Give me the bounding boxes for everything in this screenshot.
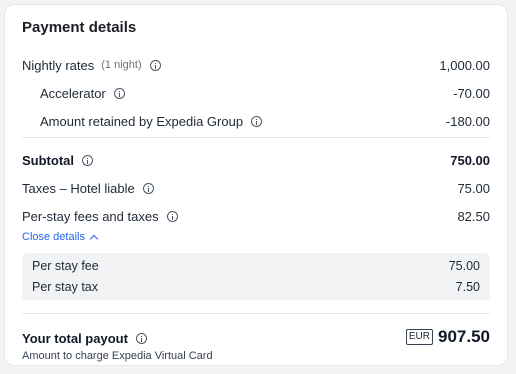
currency-badge: EUR [405,329,433,345]
row-amount: 750.00 [450,152,490,168]
row-label: Per-stay fees and taxes [22,208,159,224]
payout-amount: EUR 907.50 [405,327,490,347]
detail-label: Per stay tax [32,280,98,294]
info-circle-icon[interactable] [113,87,125,99]
row-label: Nightly rates [22,57,95,73]
row-amount: 75.00 [457,180,490,196]
row-amount: -70.00 [453,85,490,101]
divider [22,313,490,314]
payment-details-card: Payment details Nightly rates (1 night) … [4,4,508,366]
details-panel: Per stay fee 75.00 Per stay tax 7.50 [22,253,490,300]
detail-row-tax: Per stay tax 7.50 [32,278,480,296]
row-amount: -180.00 [445,113,490,129]
divider [22,137,490,138]
total-amount: 907.50 [438,327,490,346]
total-payout-label: Your total payout [22,331,147,346]
info-circle-icon[interactable] [82,154,93,166]
nights-note: (1 night) [101,59,142,71]
info-circle-icon[interactable] [166,210,178,222]
row-label: Amount retained by Expedia Group [40,113,244,129]
row-subtotal: Subtotal 750.00 [22,150,490,170]
info-circle-icon[interactable] [135,333,147,344]
card-title: Payment details [22,19,137,36]
row-taxes-hotel-liable: Taxes – Hotel liable 75.00 [22,178,490,198]
row-label: Subtotal [22,152,74,168]
row-amount: 82.50 [457,208,490,224]
detail-amount: 75.00 [448,259,480,273]
close-details-label: Close details [22,231,85,243]
row-amount: 1,000.00 [439,57,490,73]
row-per-stay-fees: Per-stay fees and taxes 82.50 [22,206,490,226]
row-nightly-rates: Nightly rates (1 night) 1,000.00 [22,55,490,75]
detail-amount: 7.50 [455,280,480,294]
detail-label: Per stay fee [32,259,99,273]
row-label: Accelerator [40,85,106,101]
close-details-link[interactable]: Close details [22,231,99,243]
info-circle-icon[interactable] [149,59,161,71]
row-expedia-retained: Amount retained by Expedia Group -180.00 [22,111,490,131]
info-circle-icon[interactable] [251,115,263,127]
info-circle-icon[interactable] [142,182,154,194]
row-accelerator: Accelerator -70.00 [22,83,490,103]
detail-row-fee: Per stay fee 75.00 [32,257,480,275]
payout-subtext: Amount to charge Expedia Virtual Card [22,350,213,362]
row-label: Taxes – Hotel liable [22,180,135,196]
payout-label-text: Your total payout [22,331,128,346]
chevron-up-icon [89,234,99,243]
